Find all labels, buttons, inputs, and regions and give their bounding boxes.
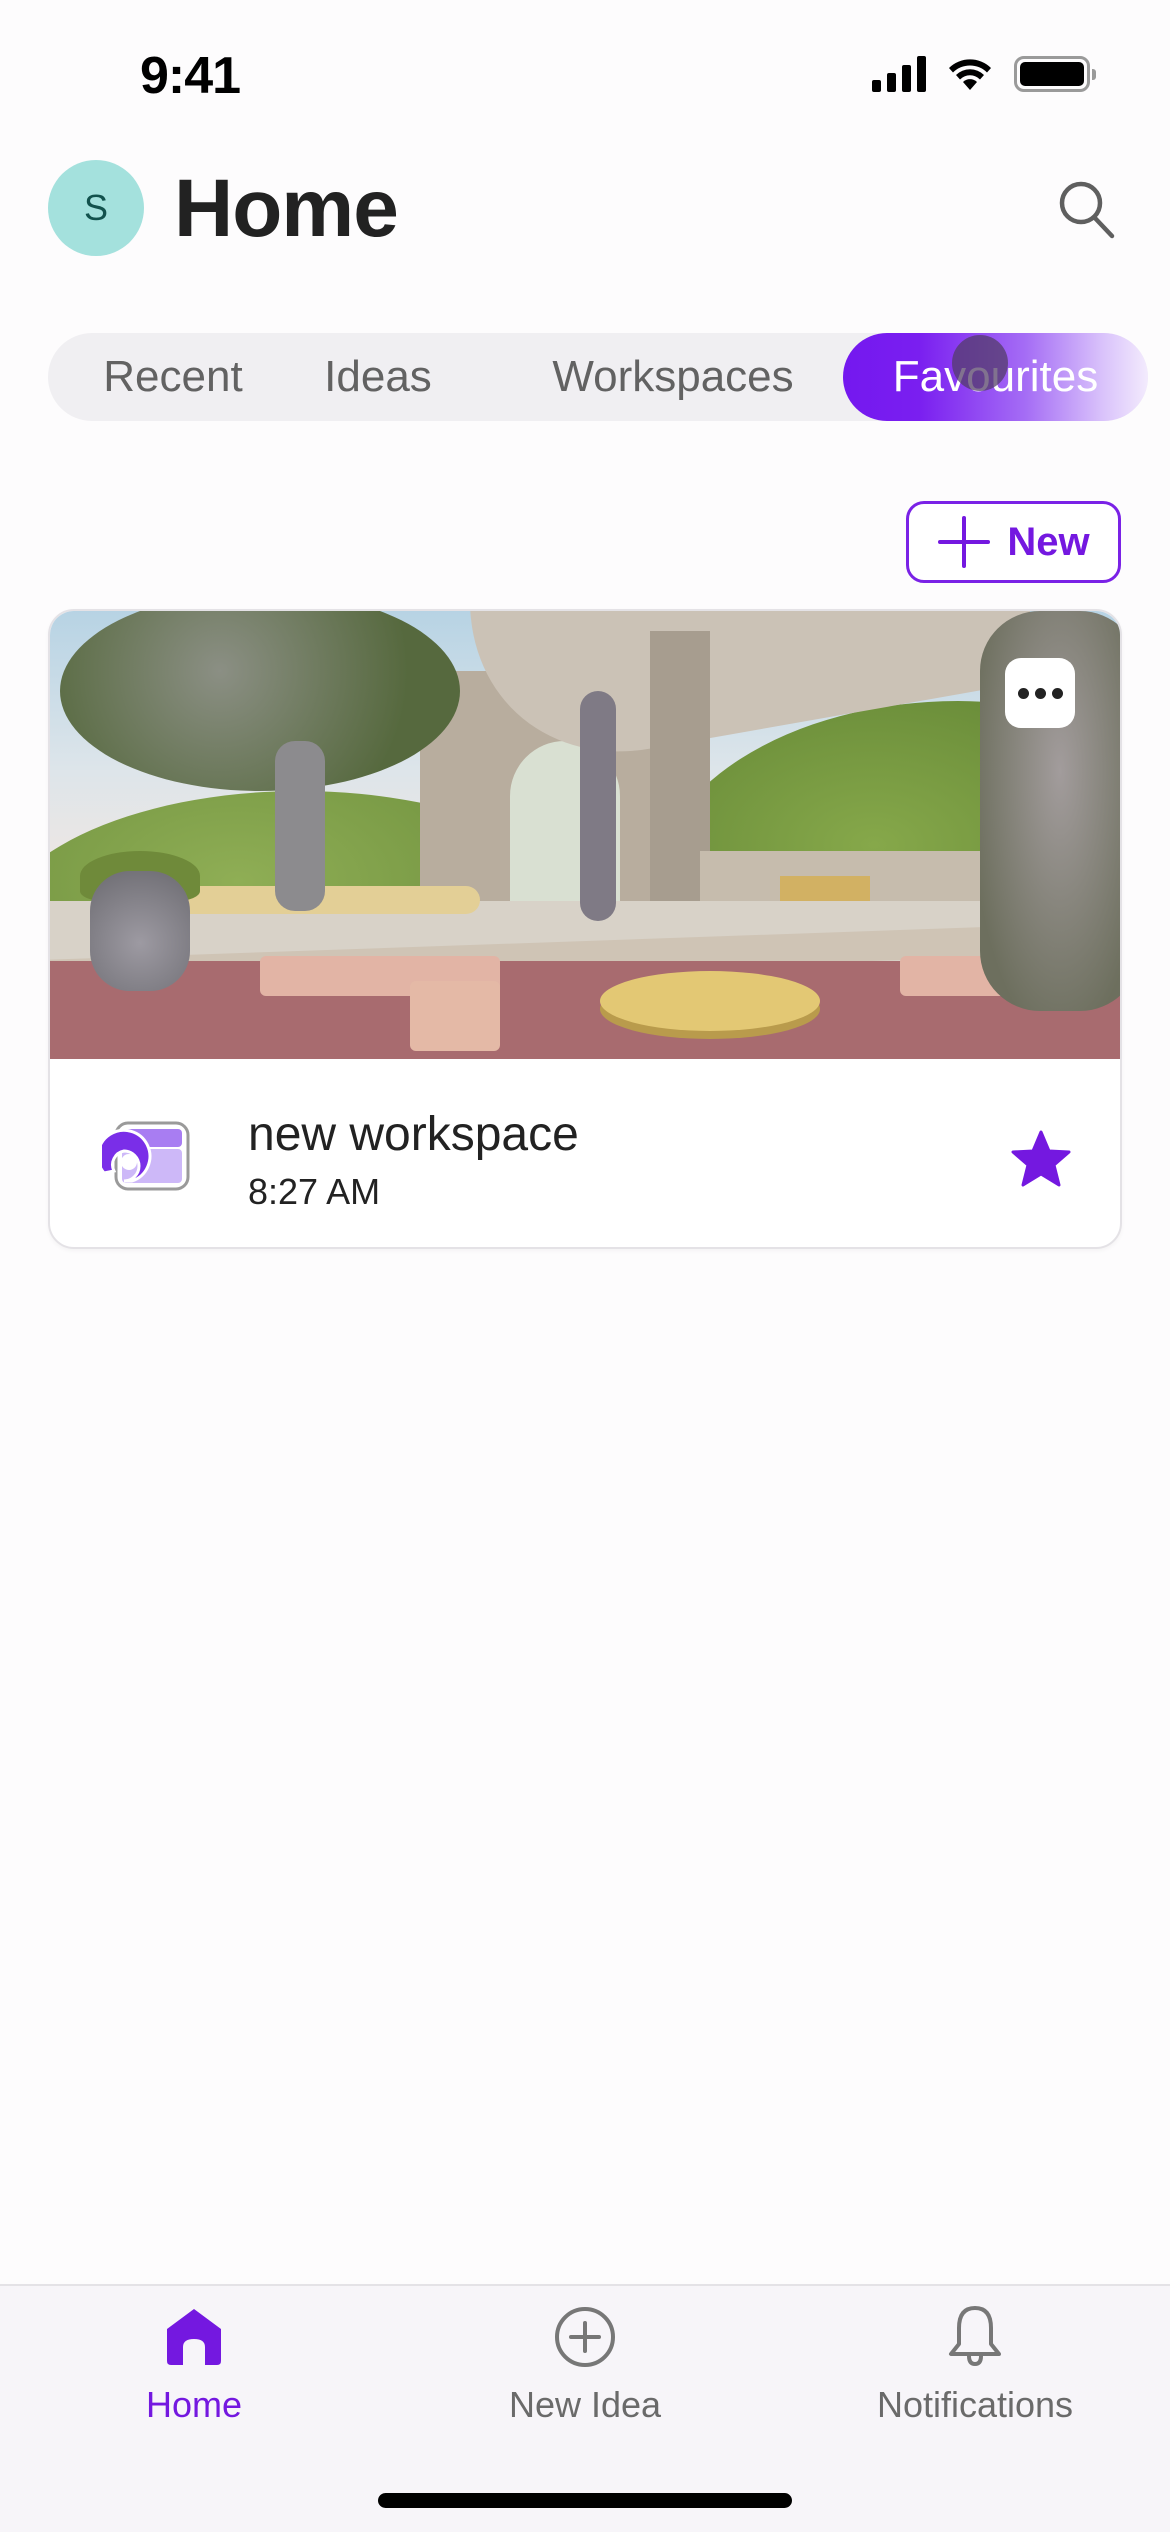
tab-ideas[interactable]: Ideas	[298, 333, 458, 421]
more-options-button[interactable]	[1005, 658, 1075, 728]
tabbar-notifications-label: Notifications	[876, 2384, 1074, 2425]
tab-recent[interactable]: Recent	[68, 333, 278, 421]
tabbar-notifications[interactable]: Notifications	[825, 2302, 1125, 2426]
new-button[interactable]: New	[906, 501, 1121, 583]
plus-icon	[938, 516, 991, 568]
tabbar-home[interactable]: Home	[44, 2302, 344, 2426]
workspace-thumbnail[interactable]	[50, 611, 1120, 1059]
home-indicator	[378, 2493, 792, 2508]
cellular-signal-icon	[872, 56, 926, 92]
status-time: 9:41	[140, 47, 241, 105]
page-title: Home	[174, 163, 399, 254]
search-button[interactable]	[1054, 176, 1120, 242]
tab-workspaces[interactable]: Workspaces	[518, 333, 828, 421]
home-icon	[167, 2309, 221, 2365]
tabbar-new-idea-label: New Idea	[508, 2384, 662, 2425]
more-horizontal-icon	[1017, 687, 1029, 699]
search-icon	[1059, 181, 1115, 239]
bell-icon	[949, 2306, 1001, 2367]
avatar[interactable]: S	[48, 160, 144, 256]
plus-circle-icon	[555, 2307, 615, 2367]
workspace-card[interactable]: new workspace 8:27 AM	[48, 609, 1122, 1249]
card-time: 8:27 AM	[248, 1171, 381, 1212]
wifi-icon	[949, 59, 991, 90]
favourite-star-icon[interactable]	[1010, 1129, 1072, 1189]
card-title: new workspace	[248, 1108, 579, 1161]
status-bar: 9:41	[0, 0, 1170, 150]
card-info: new workspace 8:27 AM	[50, 1059, 1120, 1247]
touch-indicator	[952, 335, 1008, 391]
tabbar-new-idea[interactable]: New Idea	[435, 2302, 735, 2426]
new-button-label: New	[1007, 519, 1090, 564]
header: S Home	[0, 158, 1170, 258]
battery-icon	[1014, 56, 1096, 92]
tabbar-home-label: Home	[145, 2384, 243, 2425]
status-icons	[872, 56, 1096, 92]
workspace-icon	[102, 1121, 190, 1191]
